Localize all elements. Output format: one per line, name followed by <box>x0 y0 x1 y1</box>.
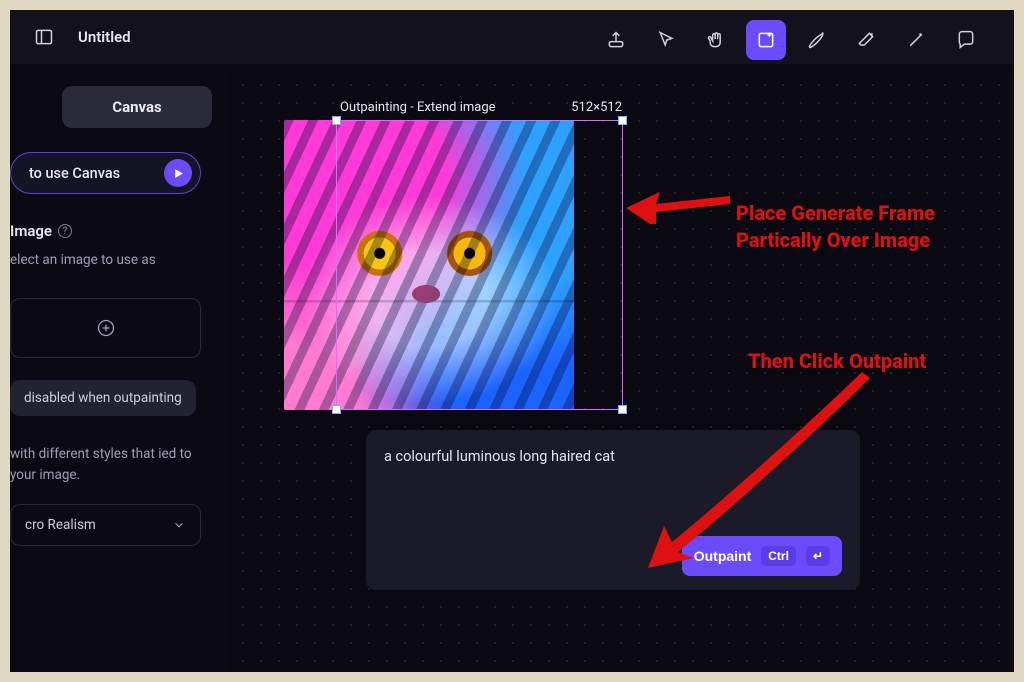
annotation-text-2: Then Click Outpaint <box>748 348 926 375</box>
brush-icon[interactable] <box>796 20 836 60</box>
info-icon[interactable]: ? <box>58 224 72 238</box>
wand-icon[interactable] <box>896 20 936 60</box>
play-icon <box>164 159 192 187</box>
frame-labels: Outpainting - Extend image 512×512 <box>336 100 626 115</box>
top-toolbar <box>596 20 986 60</box>
hand-icon[interactable] <box>696 20 736 60</box>
how-to-label: to use Canvas <box>29 165 120 182</box>
comment-icon[interactable] <box>946 20 986 60</box>
section-image-heading: Image ? <box>10 222 201 240</box>
frame-title: Outpainting - Extend image <box>340 100 496 115</box>
frame-dimensions: 512×512 <box>571 100 622 115</box>
annotation-arrow-1 <box>626 178 730 224</box>
cursor-icon[interactable] <box>646 20 686 60</box>
tab-canvas[interactable]: Canvas <box>62 86 212 128</box>
chevron-down-icon <box>172 518 186 532</box>
sidebar: Canvas to use Canvas Image ? elect an im… <box>10 80 215 546</box>
generate-frame[interactable] <box>336 120 623 410</box>
panel-toggle-icon[interactable] <box>24 17 64 57</box>
how-to-use-button[interactable]: to use Canvas <box>10 152 201 194</box>
export-icon[interactable] <box>596 20 636 60</box>
document-title[interactable]: Untitled <box>78 28 131 46</box>
styles-description: with different styles that ied to your i… <box>10 444 201 486</box>
add-image-button[interactable] <box>10 298 201 358</box>
style-select[interactable]: cro Realism <box>10 504 201 546</box>
resize-handle-bl[interactable] <box>332 405 341 414</box>
generate-frame-icon[interactable] <box>746 20 786 60</box>
resize-handle-br[interactable] <box>618 405 627 414</box>
app-window: Untitled Canvas to use Canvas Image ? el… <box>10 10 1014 672</box>
eraser-icon[interactable] <box>846 20 886 60</box>
resize-handle-tr[interactable] <box>618 116 627 125</box>
resize-handle-tl[interactable] <box>332 116 341 125</box>
annotation-text-1: Place Generate Frame Partically Over Ima… <box>736 200 935 254</box>
section-image-sub: elect an image to use as <box>10 250 201 270</box>
annotation-arrow-2 <box>648 370 878 570</box>
disabled-chip: disabled when outpainting <box>10 380 196 416</box>
style-select-value: cro Realism <box>25 517 96 533</box>
canvas-area[interactable]: Outpainting - Extend image 512×512 a col… <box>228 70 1014 672</box>
